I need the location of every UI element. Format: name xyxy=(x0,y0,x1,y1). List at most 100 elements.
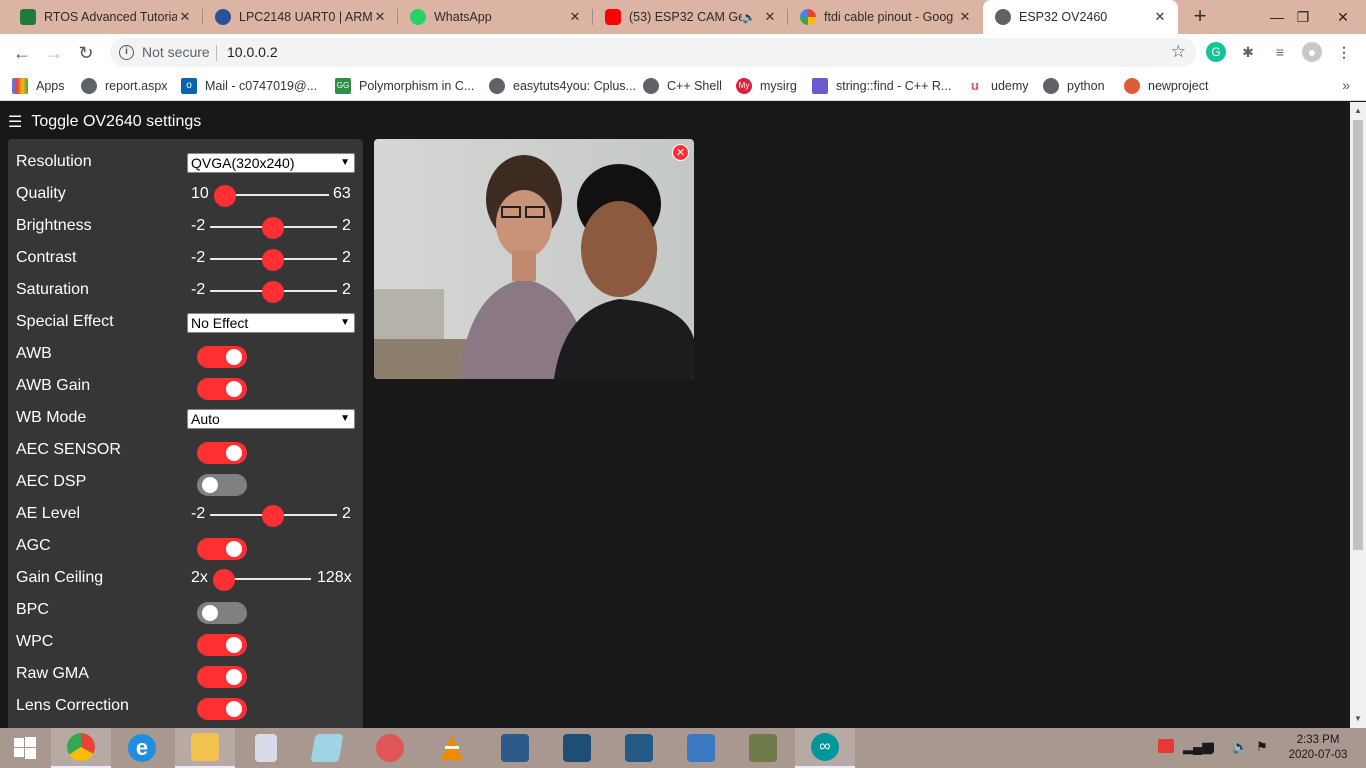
bookmark-string-find[interactable]: string::find - C++ R... xyxy=(812,77,951,95)
tab-youtube[interactable]: (53) ESP32 CAM Get 🔈 ✕ xyxy=(593,0,788,34)
taskbar-mysql-workbench[interactable] xyxy=(609,728,669,768)
antivirus-tray-icon[interactable] xyxy=(1158,739,1174,756)
settings-sidebar: Resolution QVGA(320x240) ▼ Quality 10 63… xyxy=(8,139,363,739)
brightness-slider-thumb[interactable] xyxy=(262,217,284,239)
lens-correction-toggle[interactable] xyxy=(197,698,247,720)
quality-slider-thumb[interactable] xyxy=(214,185,236,207)
gain-ceiling-slider-thumb[interactable] xyxy=(213,569,235,591)
tab-lpc2148[interactable]: LPC2148 UART0 | ARM7- ✕ xyxy=(203,0,398,34)
bookmark-report[interactable]: report.aspx xyxy=(81,77,168,95)
saturation-slider-thumb[interactable] xyxy=(262,281,284,303)
globe-icon xyxy=(1043,78,1059,94)
bookmark-label: newproject xyxy=(1148,79,1209,93)
aec-sensor-toggle[interactable] xyxy=(197,442,247,464)
close-stream-button[interactable]: ✕ xyxy=(672,144,689,161)
clock-date: 2020-07-03 xyxy=(1288,749,1348,761)
resolution-select[interactable]: QVGA(320x240) ▼ xyxy=(187,153,355,173)
taskbar-vlc[interactable] xyxy=(422,728,482,768)
bookmark-cpp-shell[interactable]: C++ Shell xyxy=(643,77,722,95)
address-bar[interactable]: i Not secure 10.0.0.2 ☆ xyxy=(110,38,1196,67)
close-tab-icon[interactable]: ✕ xyxy=(567,9,583,25)
bookmark-easytuts[interactable]: easytuts4you: Cplus... xyxy=(489,77,636,95)
quality-slider[interactable]: 10 63 xyxy=(191,179,355,211)
scroll-down-arrow-icon[interactable]: ▼ xyxy=(1354,714,1362,723)
close-window-button[interactable]: ✕ xyxy=(1320,0,1366,34)
tab-whatsapp[interactable]: WhatsApp ✕ xyxy=(398,0,593,34)
tab-esp32-active[interactable]: ESP32 OV2460 ✕ xyxy=(983,0,1178,34)
awb-gain-toggle[interactable] xyxy=(197,378,247,400)
special-effect-row: Special Effect No Effect ▼ xyxy=(8,307,363,339)
bookmark-udemy[interactable]: u udemy xyxy=(967,77,1029,95)
bpc-toggle[interactable] xyxy=(197,602,247,624)
extensions-puzzle-icon[interactable]: ✱ xyxy=(1238,42,1258,62)
raw-gma-toggle[interactable] xyxy=(197,666,247,688)
url-text[interactable]: 10.0.0.2 xyxy=(227,44,278,60)
site-info-icon[interactable]: i xyxy=(119,45,134,60)
bookmark-mysirg[interactable]: My mysirg xyxy=(736,77,797,95)
agc-toggle[interactable] xyxy=(197,538,247,560)
profile-avatar-icon[interactable]: ● xyxy=(1302,42,1322,62)
taskbar-mysql[interactable] xyxy=(547,728,607,768)
close-tab-icon[interactable]: ✕ xyxy=(762,9,778,25)
taskbar-snipping-tool[interactable] xyxy=(360,728,420,768)
chrome-menu-icon[interactable]: ⋮ xyxy=(1334,42,1354,62)
close-tab-icon[interactable]: ✕ xyxy=(177,9,193,25)
notification-alert-icon[interactable]: ⚑ xyxy=(1256,739,1268,755)
tab-google[interactable]: ftdi cable pinout - Goog ✕ xyxy=(788,0,983,34)
bookmark-apps[interactable]: Apps xyxy=(12,77,65,95)
tab-rtos[interactable]: RTOS Advanced Tutorial ✕ xyxy=(8,0,203,34)
wb-mode-select[interactable]: Auto ▼ xyxy=(187,409,355,429)
forward-arrow-icon[interactable]: → xyxy=(42,41,66,65)
settings-menu-toggle[interactable]: ☰ Toggle OV2640 settings xyxy=(8,112,201,132)
close-tab-icon[interactable]: ✕ xyxy=(372,9,388,25)
close-tab-icon[interactable]: ✕ xyxy=(1152,9,1168,25)
grammarly-extension-icon[interactable]: G xyxy=(1206,42,1226,62)
taskbar-internet-explorer[interactable]: e xyxy=(112,728,172,768)
ae-level-slider-thumb[interactable] xyxy=(262,505,284,527)
bookmark-label: C++ Shell xyxy=(667,79,722,93)
security-status[interactable]: Not secure xyxy=(142,44,210,60)
bookmark-newproject[interactable]: newproject xyxy=(1124,77,1208,95)
close-tab-icon[interactable]: ✕ xyxy=(957,9,973,25)
gain-ceiling-slider[interactable]: 2x 128x xyxy=(191,563,355,595)
more-bookmarks-chevron-icon[interactable]: » xyxy=(1342,77,1350,93)
taskbar-remote-desktop[interactable] xyxy=(671,728,731,768)
bookmark-star-icon[interactable]: ☆ xyxy=(1171,42,1186,62)
media-queue-icon[interactable]: ≡ xyxy=(1270,42,1290,62)
awb-toggle[interactable] xyxy=(197,346,247,368)
volume-icon[interactable]: 🔈 xyxy=(1232,739,1248,755)
page-scrollbar[interactable]: ▲ ▼ xyxy=(1350,102,1366,728)
taskbar-calculator[interactable] xyxy=(236,728,296,768)
tab-title: ESP32 OV2460 xyxy=(1019,10,1108,24)
start-button[interactable] xyxy=(0,728,50,768)
taskbar-clock[interactable]: 2:33 PM 2020-07-03 xyxy=(1282,733,1354,763)
contrast-slider-thumb[interactable] xyxy=(262,249,284,271)
gain-ceiling-row: Gain Ceiling 2x 128x xyxy=(8,563,363,595)
scroll-up-arrow-icon[interactable]: ▲ xyxy=(1354,106,1362,115)
wpc-toggle[interactable] xyxy=(197,634,247,656)
ae-level-slider[interactable]: -2 2 xyxy=(191,499,355,531)
scrollbar-thumb[interactable] xyxy=(1353,120,1363,550)
tab-title: WhatsApp xyxy=(434,10,492,24)
bookmark-label: Mail - c0747019@... xyxy=(205,79,318,93)
saturation-slider[interactable]: -2 2 xyxy=(191,275,355,307)
taskbar-network-app[interactable] xyxy=(485,728,545,768)
taskbar-chrome[interactable] xyxy=(51,728,111,768)
taskbar-notes[interactable] xyxy=(297,728,357,768)
taskbar-file-explorer[interactable] xyxy=(175,728,235,768)
back-arrow-icon[interactable]: ← xyxy=(10,41,34,65)
reload-icon[interactable]: ↻ xyxy=(74,41,98,65)
contrast-slider[interactable]: -2 2 xyxy=(191,243,355,275)
camera-stream-image xyxy=(374,139,694,379)
audio-playing-icon[interactable]: 🔈 xyxy=(742,11,756,24)
new-tab-button[interactable]: + xyxy=(1188,5,1212,29)
bookmark-mail[interactable]: o Mail - c0747019@... xyxy=(181,77,317,95)
taskbar-arduino[interactable]: ∞ xyxy=(795,728,855,768)
aec-dsp-toggle[interactable] xyxy=(197,474,247,496)
bookmark-polymorphism[interactable]: GG Polymorphism in C... xyxy=(335,77,474,95)
brightness-slider[interactable]: -2 2 xyxy=(191,211,355,243)
special-effect-select[interactable]: No Effect ▼ xyxy=(187,313,355,333)
bookmark-python[interactable]: python xyxy=(1043,77,1105,95)
taskbar-keil[interactable] xyxy=(733,728,793,768)
battery-icon[interactable]: ▮ xyxy=(1208,739,1215,755)
